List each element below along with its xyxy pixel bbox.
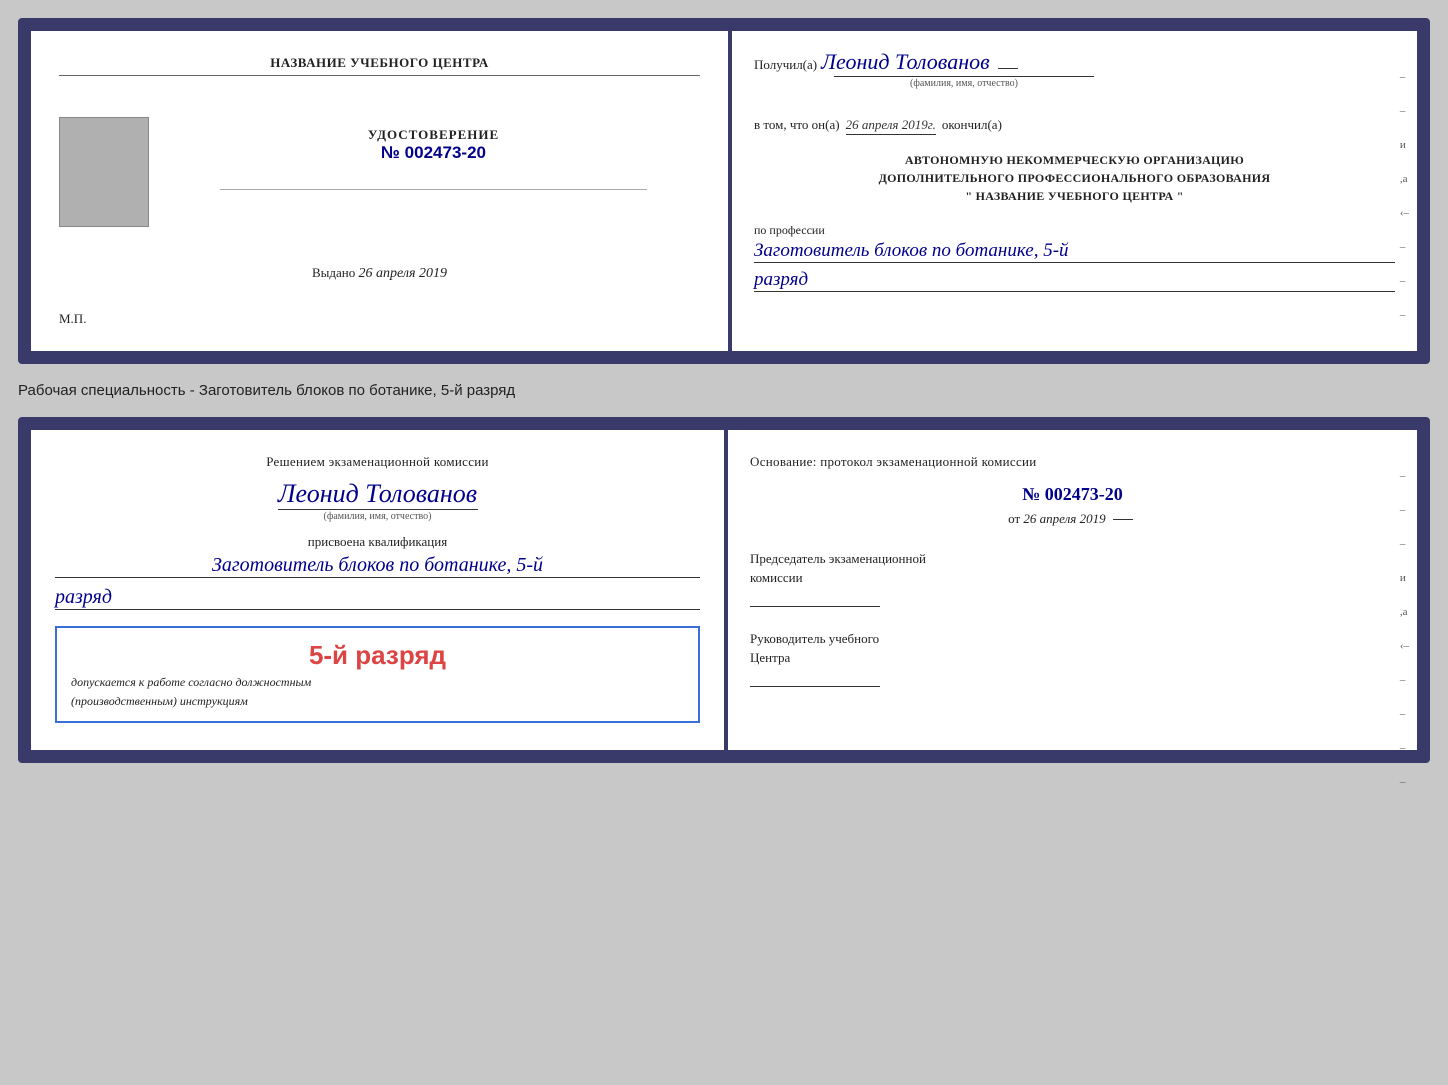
udostoverenie-title: УДОСТОВЕРЕНИЕ [368,127,499,143]
bottom-fio-label: (фамилия, имя, отчество) [278,509,478,522]
vtom-date: 26 апреля 2019г. [846,117,936,135]
instruktsiyam-label: (производственным) инструкциям [71,694,684,709]
org-quote: " НАЗВАНИЕ УЧЕБНОГО ЦЕНТРА " [754,187,1395,205]
ot-prefix: от [1008,511,1020,526]
ot-dash [1113,519,1133,520]
org-block: АВТОНОМНУЮ НЕКОММЕРЧЕСКУЮ ОРГАНИЗАЦИЮ ДО… [754,151,1395,205]
ot-date-line: от 26 апреля 2019 [750,511,1395,527]
right-dashes: – – и ,а ‹– – – – [1400,71,1409,321]
ot-date-value: 26 апреля 2019 [1023,511,1105,526]
stamp-box: 5-й разряд допускается к работе согласно… [55,626,700,723]
org-line1: АВТОНОМНУЮ НЕКОММЕРЧЕСКУЮ ОРГАНИЗАЦИЮ [754,151,1395,169]
bottom-right-dashes: – – – и ,а ‹– – – – – [1400,470,1409,788]
document-wrapper: НАЗВАНИЕ УЧЕБНОГО ЦЕНТРА УДОСТОВЕРЕНИЕ №… [18,18,1430,763]
stamp-razryad: 5-й разряд [71,640,684,671]
dopuskaetsya-label: допускается к [71,675,144,689]
rukovoditel-signature-line [750,686,880,687]
top-cert-left-page: НАЗВАНИЕ УЧЕБНОГО ЦЕНТРА УДОСТОВЕРЕНИЕ №… [31,31,732,351]
protocol-number: № 002473-20 [750,484,1395,505]
profession-handwritten: Заготовитель блоков по ботанике, 5-й [754,240,1395,263]
certificate-number: № 002473-20 [368,143,499,163]
poluchil-prefix: Получил(а) [754,57,817,73]
top-certificate: НАЗВАНИЕ УЧЕБНОГО ЦЕНТРА УДОСТОВЕРЕНИЕ №… [18,18,1430,364]
osnovanie-text: Основание: протокол экзаменационной коми… [750,452,1395,472]
qualification-handwritten: Заготовитель блоков по ботанике, 5-й [55,554,700,578]
fio-label: (фамилия, имя, отчество) [834,76,1094,89]
specialty-label: Рабочая специальность - Заготовитель бло… [18,378,1430,403]
rabote-label: работе согласно должностным [147,675,311,689]
top-cert-right-page: – – и ,а ‹– – – – Получил(а) Леонид Толо… [732,31,1417,351]
vydano-date: 26 апреля 2019 [359,266,447,281]
vydano-line: Выдано 26 апреля 2019 [312,265,447,282]
razryad2-handwritten: разряд [55,586,700,610]
resheniem-block: Решением экзаменационной комиссии [55,452,700,473]
vtom-line: в том, что он(а) 26 апреля 2019г. окончи… [754,103,1395,135]
predsedatel-label: Председатель экзаменационной комиссии [750,549,1395,588]
org-line2: ДОПОЛНИТЕЛЬНОГО ПРОФЕССИОНАЛЬНОГО ОБРАЗО… [754,169,1395,187]
predsedatel-label1: Председатель экзаменационной [750,551,926,566]
predsedatel-block: Председатель экзаменационной комиссии [750,549,1395,607]
recipient-name: Леонид Толованов [821,49,990,75]
mp-label: М.П. [59,311,86,327]
rukovoditel-label2: Центра [750,650,790,665]
dash-after-name [998,68,1018,69]
poluchil-line: Получил(а) Леонид Толованов [754,49,1395,75]
photo-placeholder [59,117,149,227]
school-title: НАЗВАНИЕ УЧЕБНОГО ЦЕНТРА [59,55,700,76]
bottom-certificate: Решением экзаменационной комиссии Леонид… [18,417,1430,763]
stamp-sub: допускается к работе согласно должностны… [71,675,684,690]
udostoverenie-block: УДОСТОВЕРЕНИЕ № 002473-20 [368,127,499,163]
prisvoena-label: присвоена квалификация [55,534,700,550]
rukovoditel-block: Руководитель учебного Центра [750,629,1395,687]
predsedatel-label2: комиссии [750,570,803,585]
rukovoditel-label1: Руководитель учебного [750,631,879,646]
vtom-prefix: в том, что он(а) [754,117,840,133]
bottom-cert-right-page: – – – и ,а ‹– – – – – Основание: протоко… [728,430,1417,750]
razryad-handwritten: разряд [754,269,1395,292]
predsedatel-signature-line [750,606,880,607]
vydano-prefix: Выдано [312,265,355,280]
bottom-recipient-name: Леонид Толованов [55,479,700,509]
bottom-cert-left-page: Решением экзаменационной комиссии Леонид… [31,430,728,750]
rukovoditel-label: Руководитель учебного Центра [750,629,1395,668]
okonchill-label: окончил(а) [942,117,1002,133]
po-professii-label: по профессии [754,223,1395,238]
